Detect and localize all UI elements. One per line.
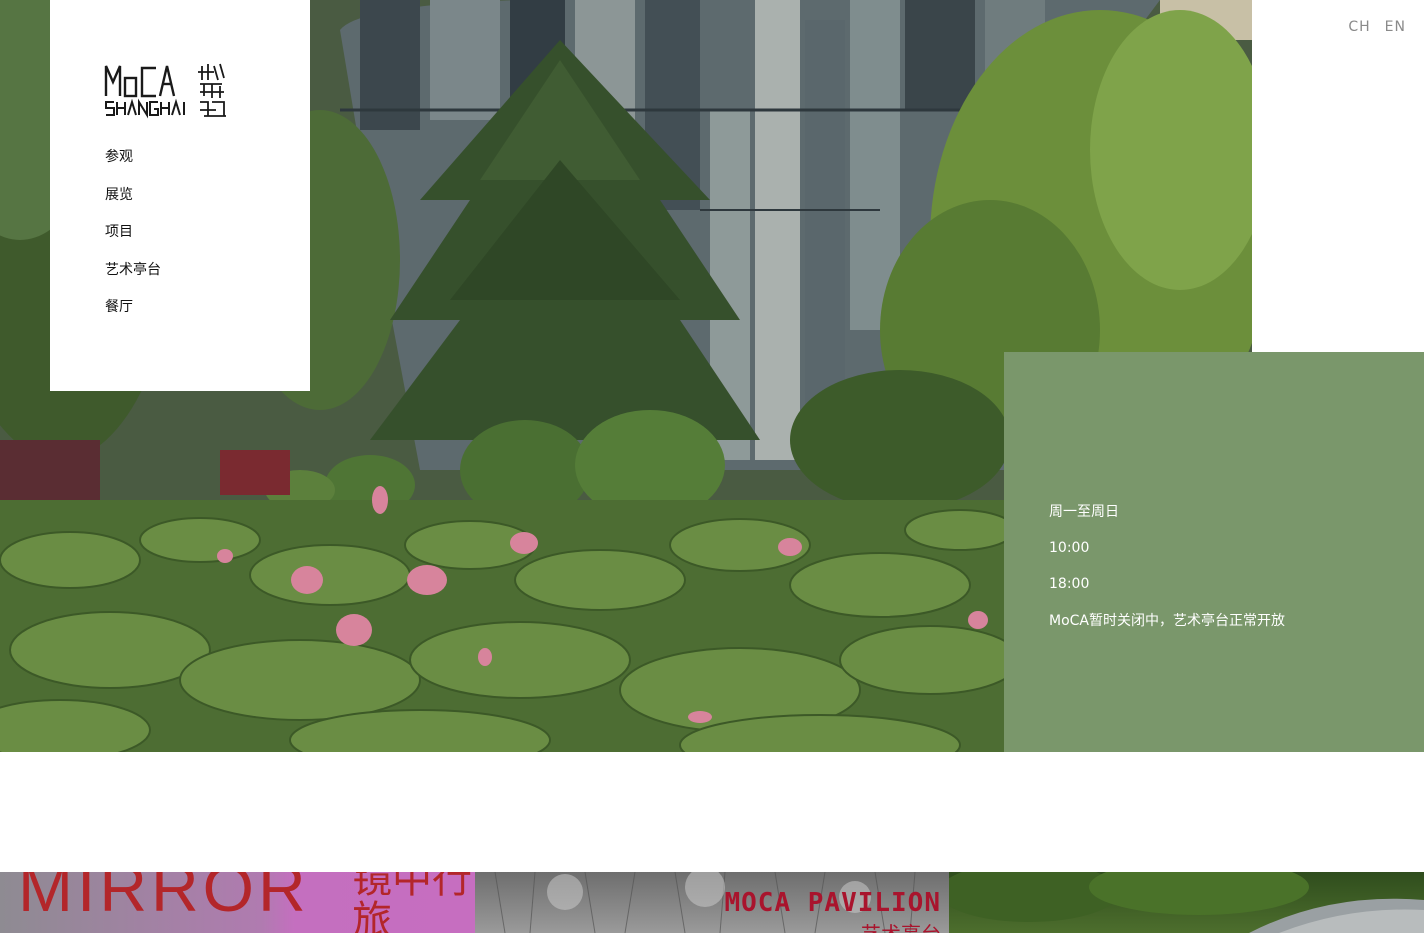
feature-card-mirror[interactable]: MIRROR 镜中行旅 [0,872,475,933]
nav-card: 参观 展览 项目 艺术亭台 餐厅 [50,0,310,391]
opening-hours-panel: 周一至周日 10:00 18:00 MoCA暂时关闭中，艺术亭台正常开放 [1004,352,1424,752]
nav-item-visit[interactable]: 参观 [105,147,161,185]
opening-days: 周一至周日 [1049,504,1119,520]
language-switcher: CH EN [1348,19,1406,35]
nav-item-art-pavilion[interactable]: 艺术亭台 [105,260,161,298]
closing-time: 18:00 [1049,576,1090,592]
feature-title-pavilion: MOCA PAVILION [724,888,941,918]
feature-title-pavilion-cn: 艺术亭台 [861,918,941,933]
nav-item-exhibitions[interactable]: 展览 [105,185,161,223]
feature-title-mirror-cn: 镜中行旅 [352,872,472,933]
lang-ch-link[interactable]: CH [1348,19,1370,35]
nav-item-restaurant[interactable]: 餐厅 [105,297,161,335]
main-nav: 参观 展览 项目 艺术亭台 餐厅 [105,147,161,335]
nav-item-programs[interactable]: 项目 [105,222,161,260]
feature-card-pavilion[interactable]: MOCA PAVILION 艺术亭台 [475,872,949,933]
garden-photo [949,872,1424,933]
featured-strip: MIRROR 镜中行旅 MOCA PAVILION 艺术亭台 [0,872,1424,933]
lang-en-link[interactable]: EN [1385,19,1406,35]
opening-time: 10:00 [1049,540,1090,556]
closure-notice: MoCA暂时关闭中，艺术亭台正常开放 [1049,613,1285,629]
moca-shanghai-logo[interactable] [104,62,228,120]
feature-card-garden[interactable] [949,872,1424,933]
feature-title-mirror: MIRROR [18,872,310,925]
